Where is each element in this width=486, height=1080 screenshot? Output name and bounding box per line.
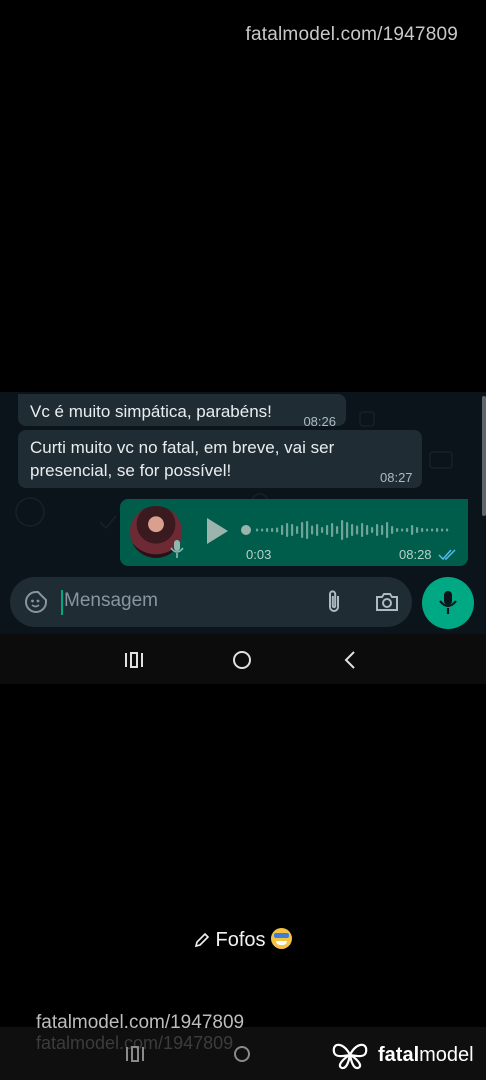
recent-apps-icon[interactable] — [125, 1045, 145, 1063]
waveform-bar — [346, 522, 349, 538]
pencil-icon — [194, 932, 210, 948]
attach-icon[interactable] — [324, 589, 344, 615]
waveform-bar — [401, 528, 404, 532]
incoming-message[interactable]: Vc é muito simpática, parabéns! 08:26 — [18, 394, 346, 429]
mic-icon — [170, 540, 184, 558]
waveform-bar — [311, 525, 314, 535]
waveform-bar — [306, 521, 309, 539]
waveform-bar — [341, 520, 344, 540]
mic-icon — [439, 591, 457, 614]
back-icon[interactable] — [340, 649, 362, 671]
home-icon[interactable] — [233, 1045, 251, 1063]
waveform-bar — [356, 525, 359, 535]
waveform-bar — [276, 527, 279, 533]
watermark-top: fatalmodel.com/1947809 — [245, 24, 458, 45]
caption: Fofos — [0, 928, 486, 952]
voice-duration: 0:03 — [246, 547, 272, 562]
waveform-bar — [261, 528, 264, 532]
android-nav-bar — [0, 634, 486, 684]
waveform-bar — [366, 525, 369, 535]
waveform-bar — [326, 525, 329, 535]
waveform-bar — [421, 528, 424, 532]
waveform-bar — [436, 528, 439, 532]
message-input-bar[interactable]: Mensagem — [10, 577, 412, 627]
double-check-read-icon — [438, 549, 456, 561]
home-icon[interactable] — [231, 649, 253, 671]
butterfly-logo-icon — [332, 1043, 368, 1070]
record-voice-button[interactable] — [422, 577, 474, 629]
brand-logo: fatalmodel — [330, 1040, 474, 1070]
waveform-bar — [351, 524, 354, 536]
message-text: Vc é muito simpática, parabéns! — [30, 402, 272, 421]
sticker-icon[interactable] — [24, 590, 48, 614]
message-time: 08:28 — [399, 547, 432, 562]
waveform-bar — [281, 525, 284, 535]
waveform-bar — [256, 528, 259, 532]
waveform-bar — [396, 528, 399, 532]
waveform-bar — [431, 528, 434, 532]
waveform-bar — [381, 525, 384, 535]
waveform-bar — [361, 523, 364, 537]
waveform-bar — [331, 523, 334, 537]
waveform-bar — [336, 526, 339, 534]
chat-screenshot: Vc é muito simpática, parabéns! 08:26 Cu… — [0, 392, 486, 634]
waveform-bar — [286, 523, 289, 537]
waveform-bar — [376, 524, 379, 536]
waveform-bar — [296, 526, 299, 534]
waveform-bar — [411, 525, 414, 535]
incoming-message[interactable]: Curti muito vc no fatal, em breve, vai s… — [18, 430, 422, 488]
waveform-bar — [301, 522, 304, 538]
waveform-bar — [271, 528, 274, 532]
play-icon[interactable] — [204, 516, 230, 546]
waveform-bar — [386, 522, 389, 538]
waveform-bar — [316, 524, 319, 536]
message-time: 08:27 — [380, 470, 413, 485]
caption-text: Fofos — [215, 929, 266, 951]
voice-message[interactable]: 0:03 08:28 — [120, 499, 468, 566]
waveform-bar — [406, 528, 409, 532]
text-caret — [61, 590, 63, 615]
waveform-bar — [391, 526, 394, 534]
message-text: Curti muito vc no fatal, em breve, vai s… — [30, 438, 335, 480]
star-struck-emoji-icon — [271, 928, 293, 949]
waveform-bar — [291, 524, 294, 536]
message-input[interactable]: Mensagem — [64, 590, 158, 612]
waveform-bar — [371, 527, 374, 533]
recent-apps-icon[interactable] — [123, 649, 145, 671]
scrollbar[interactable] — [482, 396, 486, 516]
waveform-bar — [441, 528, 444, 532]
waveform-bar — [446, 528, 449, 532]
waveform-bar — [266, 528, 269, 532]
waveform-bar — [321, 527, 324, 533]
waveform-bar — [426, 528, 429, 532]
camera-icon[interactable] — [374, 590, 400, 614]
waveform-bar — [416, 527, 419, 533]
brand-name: fatalmodel — [378, 1043, 474, 1066]
watermark-bottom: fatalmodel.com/1947809 — [36, 1012, 245, 1033]
